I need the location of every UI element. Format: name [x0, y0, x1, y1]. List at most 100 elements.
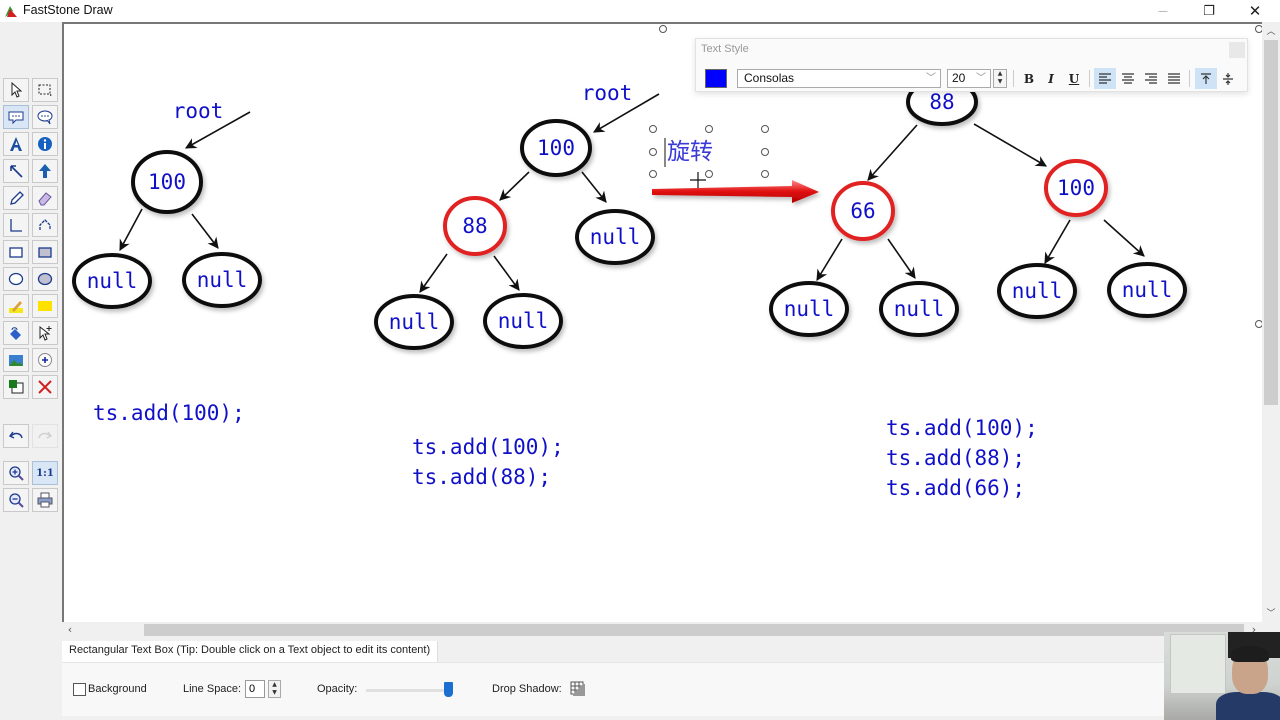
edge-arrow — [493, 255, 520, 291]
background-label: Background — [88, 683, 147, 695]
align-right-button[interactable] — [1140, 68, 1162, 89]
drawing-canvas[interactable]: root 100 null null ts.add(100); root 100 88 null… — [62, 22, 1262, 624]
selection-handle — [705, 125, 713, 133]
font-family-select[interactable]: Consolas ﹀ — [737, 69, 941, 88]
background-checkbox[interactable] — [73, 683, 86, 696]
add-cursor-tool-button[interactable] — [32, 321, 58, 345]
circle-plus-icon — [38, 353, 52, 367]
align-center-button[interactable] — [1117, 68, 1139, 89]
eraser-tool-button[interactable] — [32, 186, 58, 210]
scroll-down-icon[interactable]: ﹀ — [1262, 606, 1280, 622]
edge-arrow — [816, 238, 843, 281]
opacity-slider-track[interactable] — [366, 689, 448, 692]
redo-button[interactable] — [32, 424, 58, 448]
vertical-scroll-thumb[interactable] — [1264, 40, 1278, 405]
justify-button[interactable] — [1163, 68, 1185, 89]
undo-button[interactable] — [3, 424, 29, 448]
font-size-select[interactable]: 20 ﹀ — [947, 69, 991, 88]
node-label: null — [894, 297, 945, 321]
print-button[interactable] — [32, 488, 58, 512]
actual-size-label: 1:1 — [36, 467, 54, 479]
font-size-stepper[interactable]: ▲ ▼ — [993, 69, 1007, 88]
italic-button[interactable]: I — [1040, 68, 1062, 89]
paint-bucket-icon — [10, 327, 21, 340]
drop-shadow-label: Drop Shadow: — [492, 683, 562, 695]
text-style-panel: Text Style Consolas ﹀ 20 ﹀ ▲ ▼ B I U — [695, 38, 1248, 92]
fill-tool-button[interactable] — [3, 321, 29, 345]
close-button[interactable]: ✕ — [1232, 0, 1278, 22]
font-size-value: 20 — [952, 71, 966, 85]
thick-arrow-tool-button[interactable] — [32, 159, 58, 183]
vertical-scrollbar[interactable]: ︿ ﹀ — [1262, 22, 1280, 624]
zoom-out-icon — [9, 493, 24, 508]
align-left-button[interactable] — [1094, 68, 1116, 89]
node-label: null — [590, 225, 641, 249]
region-select-tool-button[interactable] — [32, 78, 58, 102]
text-tool-button[interactable] — [3, 132, 29, 156]
underline-button[interactable]: U — [1063, 68, 1085, 89]
color-swap-tool-button[interactable] — [3, 375, 29, 399]
justify-icon — [1168, 73, 1180, 84]
ellipse-tool-button[interactable] — [3, 267, 29, 291]
italic-icon: I — [1048, 71, 1054, 86]
node-label: null — [87, 269, 138, 293]
tip-bar: Rectangular Text Box (Tip: Double click … — [62, 640, 1280, 662]
highlight-rect-tool-button[interactable] — [32, 294, 58, 318]
scroll-up-icon[interactable]: ︿ — [1262, 24, 1280, 40]
highlighter-tool-button[interactable] — [3, 294, 29, 318]
round-callout-tool-button[interactable] — [32, 105, 58, 129]
separator — [1189, 70, 1190, 87]
line-space-stepper[interactable]: ▲ ▼ — [268, 680, 281, 698]
select-tool-button[interactable] — [3, 78, 29, 102]
node-label: 88 — [462, 214, 487, 238]
red-transition-arrow — [652, 180, 819, 203]
opacity-slider-thumb[interactable] — [444, 682, 453, 697]
pencil-icon — [10, 191, 24, 205]
drop-shadow-grid-icon[interactable] — [570, 681, 586, 697]
node-label: 100 — [1057, 176, 1095, 200]
person-body — [1216, 692, 1280, 720]
horizontal-scrollbar[interactable]: ‹ › — [62, 622, 1262, 638]
rectangle-tool-button[interactable] — [3, 240, 29, 264]
bold-button[interactable]: B — [1018, 68, 1040, 89]
pencil-tool-button[interactable] — [3, 186, 29, 210]
redo-icon — [38, 431, 53, 439]
insert-image-tool-button[interactable] — [3, 348, 29, 372]
faststone-draw-window: FastStone Draw — ❐ ✕ 1:1 root 100 null null… — [0, 0, 1280, 720]
bold-icon: B — [1023, 71, 1035, 86]
zoom-out-button[interactable] — [3, 488, 29, 512]
line-tool-button[interactable] — [3, 213, 29, 237]
valign-top-button[interactable] — [1195, 68, 1217, 89]
delete-tool-button[interactable] — [32, 375, 58, 399]
selection-handle — [649, 170, 657, 178]
filled-ellipse-tool-button[interactable] — [32, 267, 58, 291]
step-number-tool-button[interactable] — [32, 348, 58, 372]
curve-tool-button[interactable] — [32, 213, 58, 237]
arrow-tool-button[interactable] — [3, 159, 29, 183]
info-tool-button[interactable] — [32, 132, 58, 156]
color-swap-icon — [9, 380, 24, 394]
text-color-swatch[interactable] — [705, 69, 727, 88]
restore-button[interactable]: ❐ — [1186, 0, 1232, 22]
valign-middle-button[interactable] — [1217, 68, 1239, 89]
panel-close-button[interactable] — [1229, 42, 1245, 58]
separator — [1089, 70, 1090, 87]
edge-arrow — [191, 213, 219, 249]
node-label: null — [784, 297, 835, 321]
scroll-left-icon[interactable]: ‹ — [62, 622, 78, 638]
tool-palette: 1:1 — [0, 22, 62, 622]
zoom-in-icon — [9, 466, 24, 481]
zoom-in-button[interactable] — [3, 461, 29, 485]
code-line: ts.add(66); — [886, 476, 1025, 500]
rect-callout-tool-button[interactable] — [3, 105, 29, 129]
edge-arrow — [1103, 219, 1145, 257]
yellow-rect-icon — [38, 301, 52, 311]
horizontal-scroll-thumb[interactable] — [144, 624, 1244, 636]
rect-callout-icon — [8, 111, 24, 125]
minimize-button[interactable]: — — [1140, 0, 1186, 22]
line-space-input[interactable]: 0 — [245, 680, 265, 698]
node-label: 100 — [148, 170, 186, 194]
filled-rectangle-tool-button[interactable] — [32, 240, 58, 264]
actual-size-button[interactable]: 1:1 — [32, 461, 58, 485]
ellipse-icon — [8, 272, 24, 286]
